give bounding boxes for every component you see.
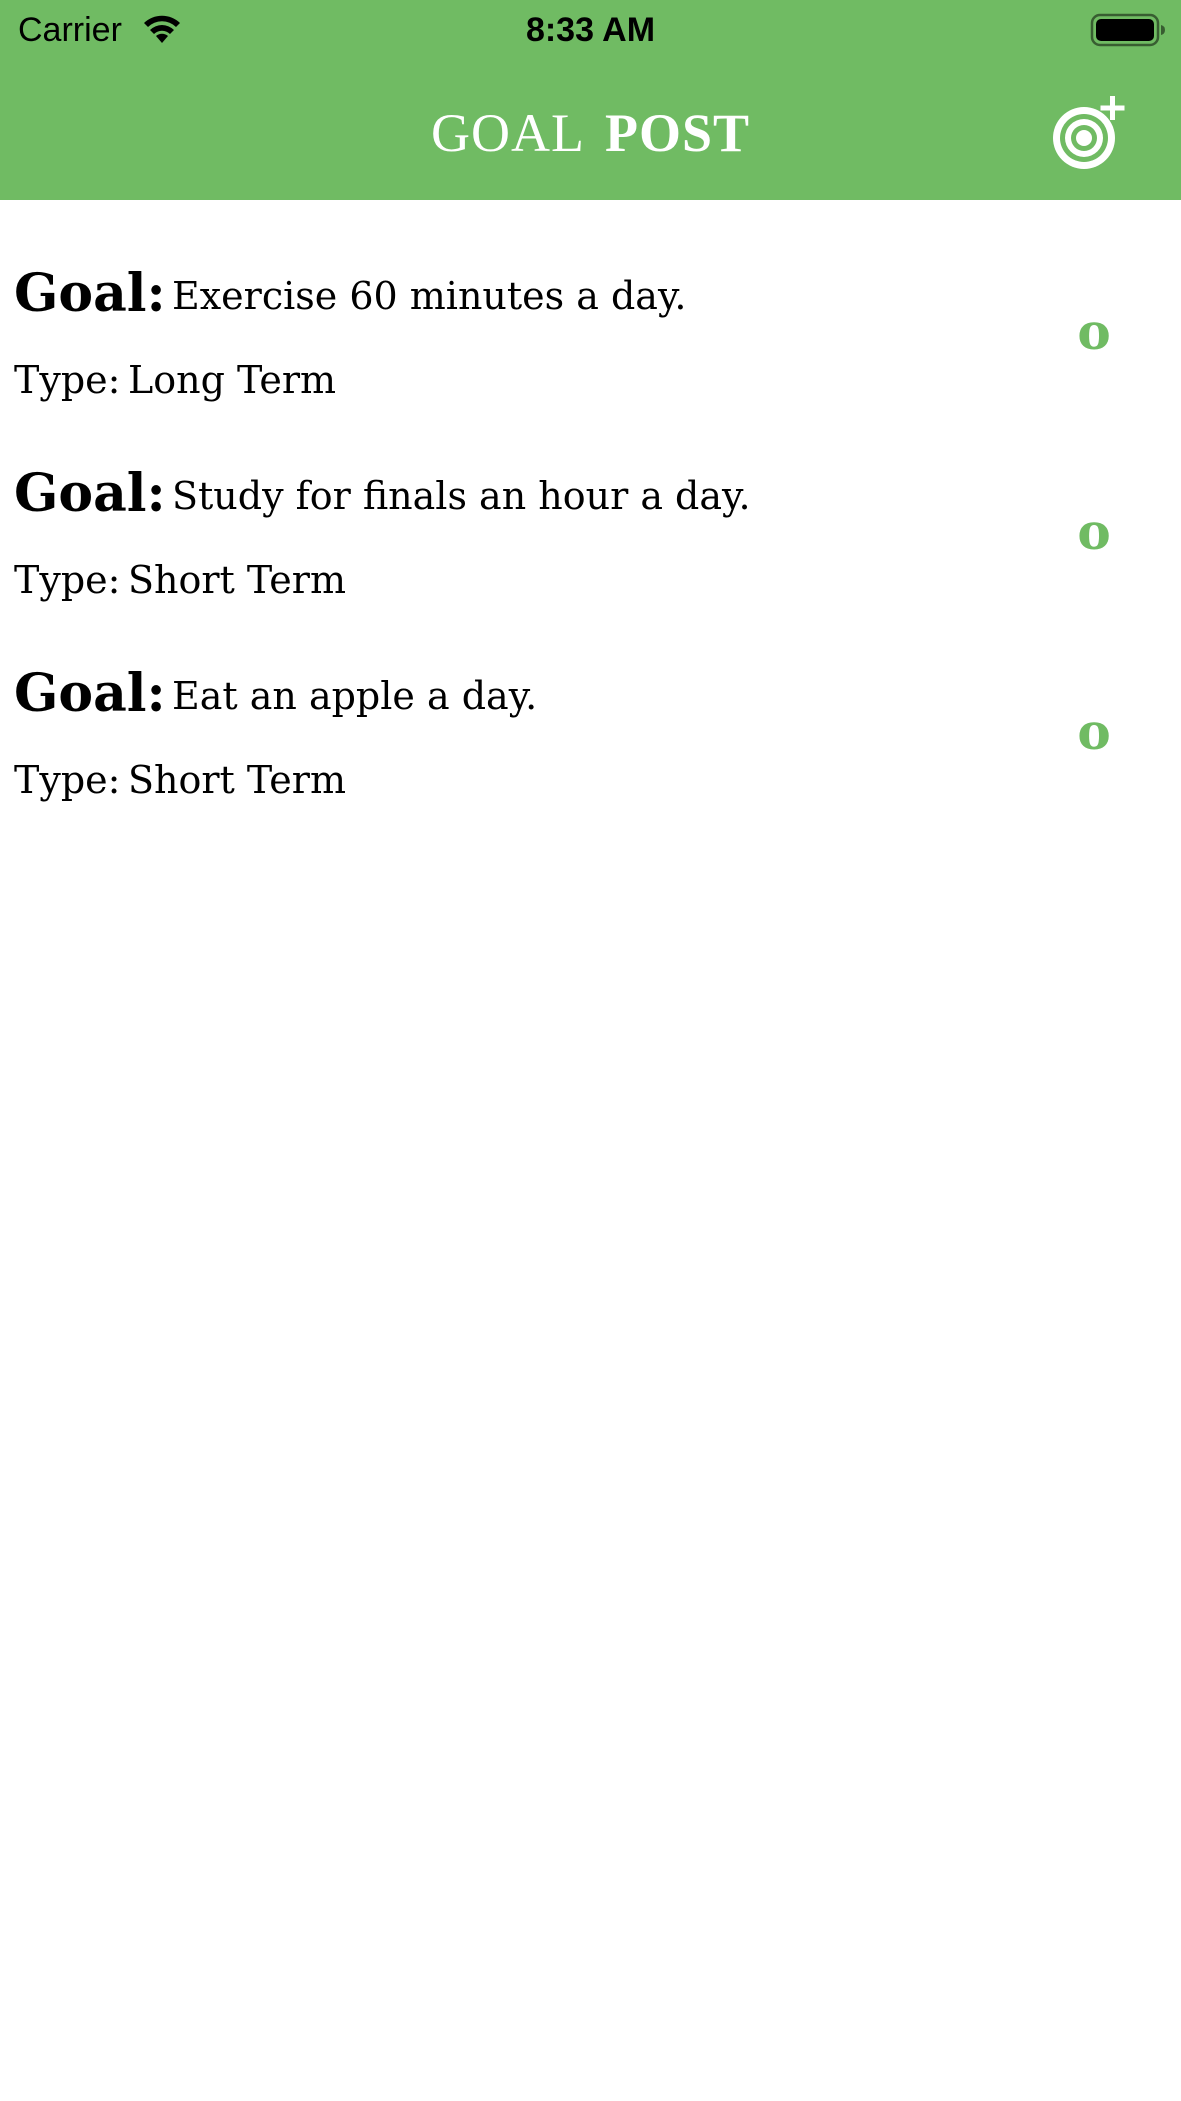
type-value: Long Term	[128, 358, 337, 402]
type-value: Short Term	[128, 558, 346, 602]
goal-text: Exercise 60 minutes a day.	[172, 274, 687, 318]
header: Carrier 8:33 AM GOAL POST	[0, 0, 1181, 200]
goal-text: Eat an apple a day.	[172, 674, 538, 718]
target-plus-icon	[1053, 96, 1125, 169]
goal-list: Goal: Exercise 60 minutes a day. Type: L…	[0, 200, 1181, 802]
goal-label: Goal:	[14, 263, 166, 324]
goal-label: Goal:	[14, 663, 166, 724]
goal-text: Study for finals an hour a day.	[172, 474, 751, 518]
goal-row[interactable]: Goal: Eat an apple a day. Type: Short Te…	[0, 600, 1181, 802]
complete-goal-button[interactable]: o	[1062, 296, 1126, 368]
title-post: POST	[604, 103, 751, 163]
type-label: Type:	[14, 758, 121, 802]
complete-goal-button[interactable]: o	[1062, 696, 1126, 768]
goal-label: Goal:	[14, 463, 166, 524]
battery-full-icon	[1090, 13, 1166, 47]
type-label: Type:	[14, 558, 121, 602]
add-goal-button[interactable]	[1048, 90, 1140, 174]
type-value: Short Term	[128, 758, 346, 802]
title-goal: GOAL	[430, 103, 585, 163]
goal-row[interactable]: Goal: Exercise 60 minutes a day. Type: L…	[0, 200, 1181, 402]
status-time: 8:33 AM	[525, 11, 656, 49]
complete-goal-button[interactable]: o	[1062, 496, 1126, 568]
goal-row[interactable]: Goal: Study for finals an hour a day. Ty…	[0, 400, 1181, 602]
page-title: GOAL POST	[0, 102, 1181, 164]
type-label: Type:	[14, 358, 121, 402]
